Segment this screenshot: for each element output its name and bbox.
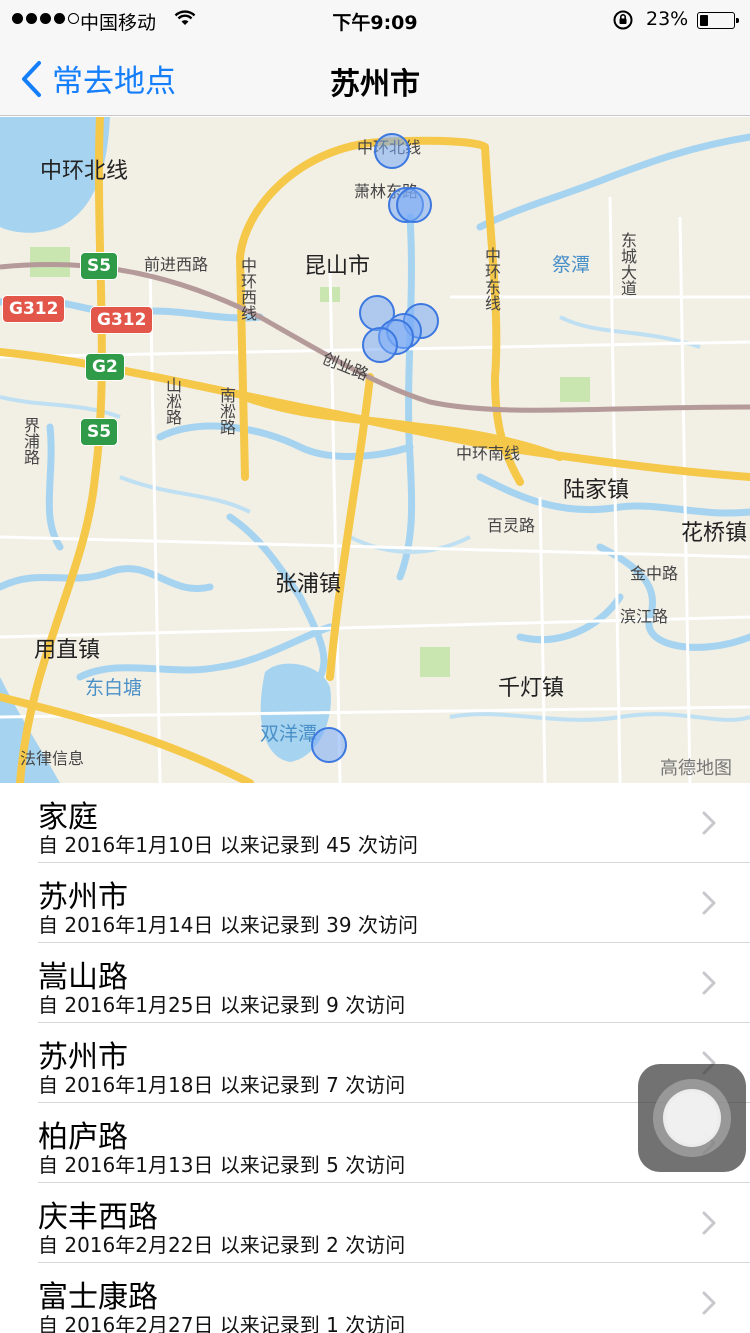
chevron-right-icon [702, 1291, 716, 1315]
map-label: 山淞路 [163, 377, 182, 425]
map-label: 中环北线 [40, 159, 129, 184]
chevron-right-icon [702, 971, 716, 995]
visit-marker-icon[interactable] [311, 727, 347, 763]
highway-shield-g312: G312 [2, 295, 66, 323]
legal-info-link[interactable]: 法律信息 [20, 745, 84, 769]
map-label: 界浦路 [21, 417, 40, 465]
map-label: 东城大道 [618, 232, 637, 296]
visit-marker-icon[interactable] [374, 133, 410, 169]
clock: 下午9:09 [332, 12, 418, 34]
highway-shield-s5: S5 [80, 252, 119, 280]
list-item[interactable]: 苏州市 自 2016年1月14日 以来记录到 39 次访问 [0, 863, 750, 943]
frequent-locations-list: 家庭 自 2016年1月10日 以来记录到 45 次访问 苏州市 自 2016年… [0, 783, 750, 1333]
chevron-right-icon [702, 1211, 716, 1235]
battery-percent: 23% [646, 8, 689, 30]
map-label: 金中路 [630, 564, 679, 583]
place-detail: 自 2016年1月14日 以来记录到 39 次访问 [38, 913, 418, 937]
chevron-right-icon [702, 811, 716, 835]
list-item[interactable]: 富士康路 自 2016年2月27日 以来记录到 1 次访问 [0, 1263, 750, 1333]
map-attribution: 高德地图 [660, 758, 732, 779]
place-detail: 自 2016年2月27日 以来记录到 1 次访问 [38, 1313, 406, 1333]
map-label: 祭潭 [552, 254, 591, 276]
highway-shield-s5: S5 [80, 418, 119, 446]
list-item[interactable]: 家庭 自 2016年1月10日 以来记录到 45 次访问 [0, 783, 750, 863]
place-detail: 自 2016年2月22日 以来记录到 2 次访问 [38, 1233, 406, 1257]
place-detail: 自 2016年1月25日 以来记录到 9 次访问 [38, 993, 406, 1017]
highway-shield-g2: G2 [85, 353, 125, 381]
rotation-lock-icon [612, 9, 634, 36]
list-item[interactable]: 庆丰西路 自 2016年2月22日 以来记录到 2 次访问 [0, 1183, 750, 1263]
visit-marker-icon[interactable] [362, 327, 398, 363]
page-title: 苏州市 [330, 67, 420, 102]
place-detail: 自 2016年1月13日 以来记录到 5 次访问 [38, 1153, 406, 1177]
status-bar: 中国移动 下午9:09 23% [0, 0, 750, 40]
map-label: 南淞路 [217, 387, 236, 435]
map-label: 百灵路 [487, 516, 536, 535]
map-label: 张浦镇 [275, 572, 342, 597]
map-label: 中环东线 [482, 247, 501, 311]
map-label: 昆山市 [304, 254, 371, 279]
map-view[interactable]: 中环北线 中环北线 萧林东路 昆山市 前进西路 中环西线 中环东线 祭潭 东城大… [0, 117, 750, 783]
assistive-touch-icon[interactable] [638, 1064, 746, 1172]
navigation-bar: 常去地点 苏州市 [0, 40, 750, 116]
map-label: 双洋潭 [260, 723, 318, 745]
place-detail: 自 2016年1月18日 以来记录到 7 次访问 [38, 1073, 406, 1097]
map-label: 中环南线 [456, 444, 521, 463]
map-label: 花桥镇 [681, 521, 748, 546]
chevron-right-icon [702, 891, 716, 915]
battery-icon [697, 12, 739, 29]
visit-marker-icon[interactable] [396, 187, 432, 223]
map-label: 东白塘 [85, 677, 143, 699]
map-label: 滨江路 [620, 607, 669, 626]
map-label: 陆家镇 [563, 478, 630, 503]
highway-shield-g312: G312 [90, 306, 154, 334]
map-label: 前进西路 [144, 255, 209, 274]
map-label: 千灯镇 [498, 676, 565, 701]
map-label: 中环西线 [238, 257, 257, 321]
place-detail: 自 2016年1月10日 以来记录到 45 次访问 [38, 833, 418, 857]
map-label: 用直镇 [34, 638, 101, 663]
list-item[interactable]: 嵩山路 自 2016年1月25日 以来记录到 9 次访问 [0, 943, 750, 1023]
